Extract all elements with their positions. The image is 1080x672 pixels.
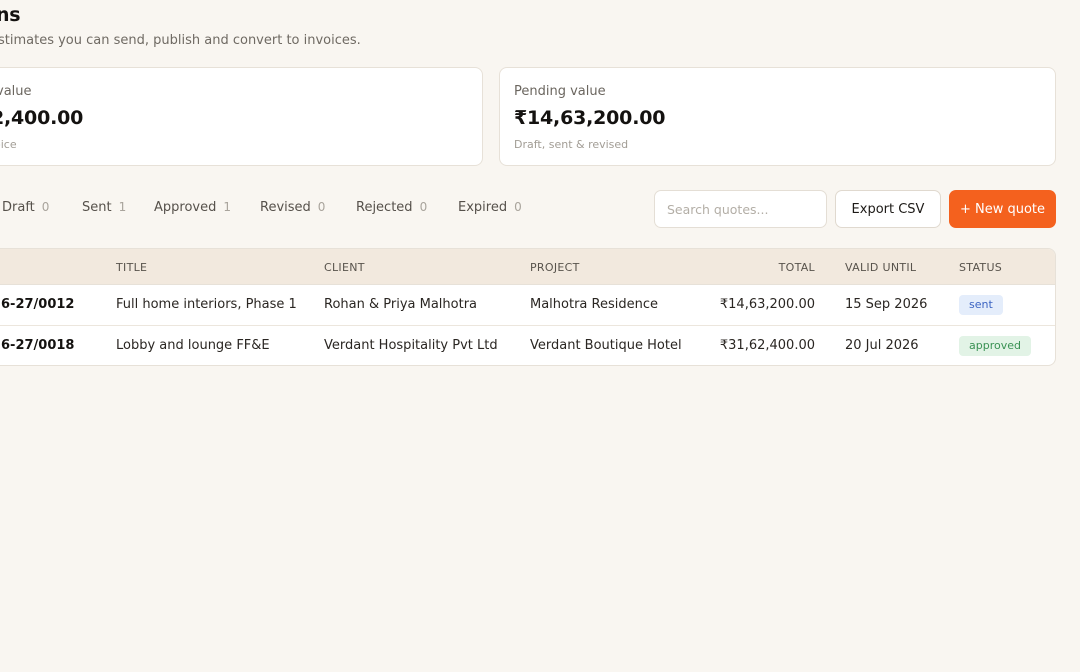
tab-label: Approved: [154, 200, 217, 215]
tab-expired[interactable]: Expired 0: [458, 200, 522, 215]
tab-sent[interactable]: Sent 1: [82, 200, 126, 215]
stat-value: 2,400.00: [0, 107, 84, 129]
column-header-status[interactable]: STATUS: [959, 261, 1002, 274]
tab-draft[interactable]: Draft 0: [2, 200, 49, 215]
status-badge: approved: [959, 336, 1031, 356]
tab-count: 1: [118, 200, 127, 214]
tab-rejected[interactable]: Rejected 0: [356, 200, 427, 215]
quotations-page: ns stimates you can send, publish and co…: [0, 0, 1080, 672]
tab-count: 0: [514, 200, 522, 214]
column-header-valid-until[interactable]: VALID UNTIL: [845, 261, 916, 274]
quote-number[interactable]: 6-27/0018: [1, 338, 74, 353]
page-title: ns: [0, 4, 21, 26]
table-row[interactable]: 6-27/0018 Lobby and lounge FF&E Verdant …: [0, 326, 1055, 365]
quote-total: ₹31,62,400.00: [719, 338, 815, 353]
stat-label: value: [0, 84, 32, 99]
quote-client: Verdant Hospitality Pvt Ltd: [324, 338, 498, 353]
stat-card-pending: Pending value ₹14,63,200.00 Draft, sent …: [499, 67, 1056, 166]
quotes-table: TITLE CLIENT PROJECT TOTAL VALID UNTIL S…: [0, 248, 1056, 366]
table-row[interactable]: 6-27/0012 Full home interiors, Phase 1 R…: [0, 285, 1055, 326]
tab-count: 0: [419, 200, 428, 214]
tab-label: Rejected: [356, 200, 413, 215]
tab-count: 0: [317, 200, 326, 214]
tab-label: Expired: [458, 200, 508, 215]
quote-valid-until: 15 Sep 2026: [845, 297, 928, 312]
tab-label: Sent: [82, 200, 112, 215]
search-input[interactable]: [654, 190, 827, 228]
tab-count: 1: [223, 200, 231, 214]
tab-label: Revised: [260, 200, 311, 215]
column-header-project[interactable]: PROJECT: [530, 261, 580, 274]
column-header-total[interactable]: TOTAL: [779, 261, 815, 274]
quote-number[interactable]: 6-27/0012: [1, 297, 74, 312]
export-csv-button[interactable]: Export CSV: [835, 190, 941, 228]
stat-card-total: value 2,400.00 oice: [0, 67, 483, 166]
quote-total: ₹14,63,200.00: [719, 297, 815, 312]
column-header-title[interactable]: TITLE: [116, 261, 147, 274]
stat-value: ₹14,63,200.00: [514, 107, 666, 129]
column-header-client[interactable]: CLIENT: [324, 261, 365, 274]
quote-valid-until: 20 Jul 2026: [845, 338, 919, 353]
stat-label: Pending value: [514, 84, 606, 99]
stat-note: Draft, sent & revised: [514, 138, 629, 151]
page-subtitle: stimates you can send, publish and conve…: [0, 33, 361, 48]
status-badge: sent: [959, 295, 1003, 315]
new-quote-button[interactable]: + New quote: [949, 190, 1056, 228]
stat-note: oice: [0, 138, 17, 151]
tab-approved[interactable]: Approved 1: [154, 200, 231, 215]
quote-title: Full home interiors, Phase 1: [116, 297, 297, 312]
quote-client: Rohan & Priya Malhotra: [324, 297, 478, 312]
quote-title: Lobby and lounge FF&E: [116, 338, 270, 353]
tab-count: 0: [41, 200, 50, 214]
quote-project: Malhotra Residence: [530, 297, 658, 312]
tab-label: Draft: [2, 200, 35, 215]
tab-revised[interactable]: Revised 0: [260, 200, 325, 215]
quote-project: Verdant Boutique Hotel: [530, 338, 682, 353]
table-header: TITLE CLIENT PROJECT TOTAL VALID UNTIL S…: [0, 249, 1055, 285]
